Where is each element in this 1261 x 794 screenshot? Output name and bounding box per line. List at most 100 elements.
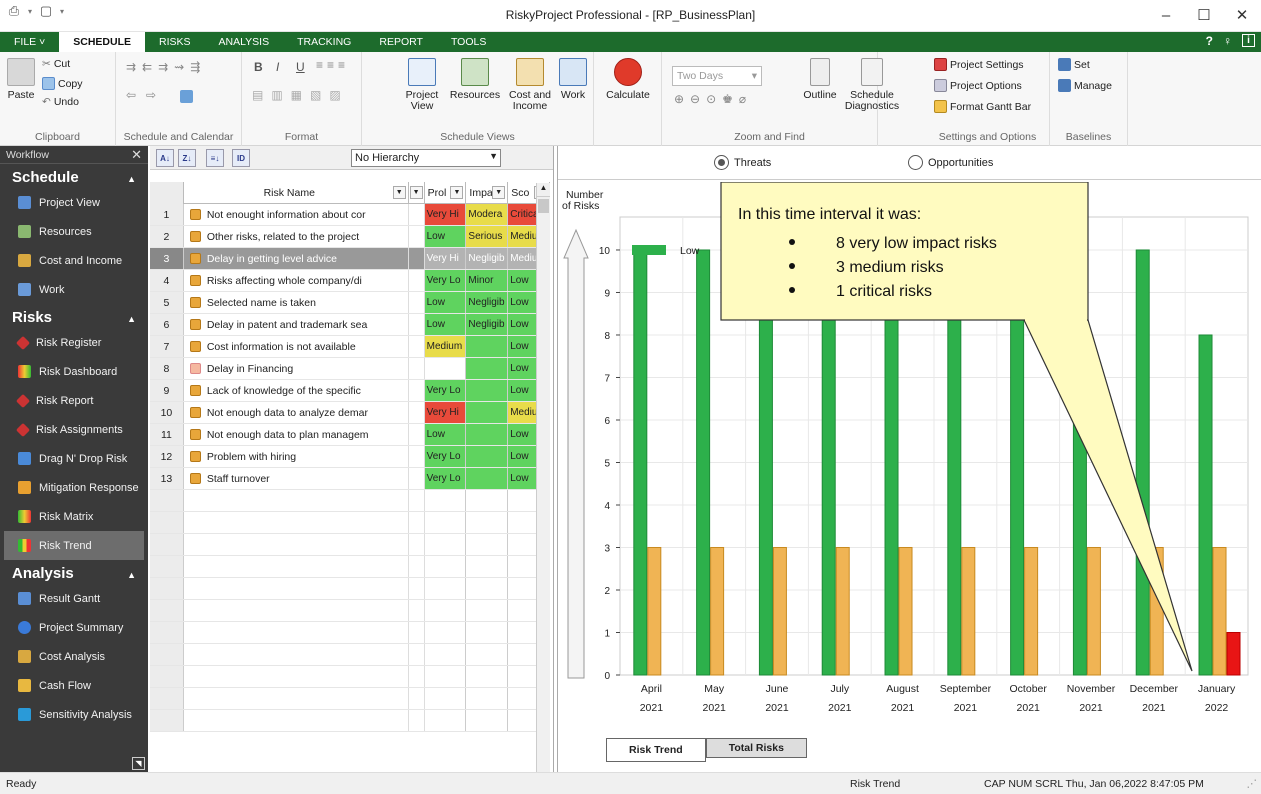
risk-name-cell[interactable]: Delay in patent and trademark sea <box>184 314 409 335</box>
table-row[interactable]: 8 Delay in Financing Low <box>150 358 550 380</box>
zoom-combo[interactable]: Two Days ▾ <box>672 66 762 86</box>
calendar-icon[interactable] <box>180 90 193 103</box>
sort-custom-icon[interactable]: ≡↓ <box>206 149 224 167</box>
hierarchy-select[interactable]: No Hierarchy ▼ <box>351 149 501 167</box>
risk-name-cell[interactable]: Staff turnover <box>184 468 409 489</box>
outline-button[interactable]: Outline <box>800 58 840 101</box>
table-row[interactable]: 1 Not enought information about cor Very H… <box>150 204 550 226</box>
collapse-icon[interactable]: ▲ <box>127 309 136 326</box>
risk-name-cell[interactable]: Other risks, related to the project <box>184 226 409 247</box>
risk-name-cell[interactable]: Selected name is taken <box>184 292 409 313</box>
workflow-item-mitigation-response[interactable]: Mitigation Response <box>0 473 148 502</box>
undo-button[interactable]: ↶ Undo <box>42 96 79 108</box>
help-icon[interactable]: ? <box>1206 34 1213 48</box>
workflow-section-schedule[interactable]: Schedule ▲ <box>0 164 148 188</box>
workflow-item-cost-analysis[interactable]: Cost Analysis <box>0 642 148 671</box>
scroll-thumb[interactable] <box>538 199 549 213</box>
impact-cell[interactable] <box>466 468 509 489</box>
workflow-section-analysis[interactable]: Analysis ▲ <box>0 560 148 584</box>
expand-panel-icon[interactable]: ◥ <box>132 757 145 770</box>
bar-series-2[interactable] <box>898 546 913 676</box>
minimize-button[interactable]: – <box>1147 0 1185 30</box>
filter-icon[interactable]: ▼ <box>392 186 406 199</box>
risk-name-cell[interactable]: Problem with hiring <box>184 446 409 467</box>
format-row2-icons[interactable]: ▤▥▦▧▨ <box>252 88 349 102</box>
bar-low[interactable] <box>633 249 648 676</box>
impact-cell[interactable]: Modera <box>466 204 509 225</box>
risk-name-cell[interactable]: Not enough data to analyze demar <box>184 402 409 423</box>
tab-tools[interactable]: TOOLS <box>437 32 500 52</box>
tab-tracking[interactable]: TRACKING <box>283 32 365 52</box>
filter-column-header[interactable]: ▼ <box>409 182 425 204</box>
risk-name-cell[interactable]: Not enough data to plan managem <box>184 424 409 445</box>
workflow-item-project-view[interactable]: Project View <box>0 188 148 217</box>
probability-cell[interactable]: Very Lo <box>424 380 467 401</box>
impact-cell[interactable] <box>466 336 509 357</box>
workflow-item-cash-flow[interactable]: Cash Flow <box>0 671 148 700</box>
table-row[interactable]: 4 Risks affecting whole company/di Very Lo… <box>150 270 550 292</box>
probability-cell[interactable]: Low <box>424 424 467 445</box>
workflow-item-risk-assignments[interactable]: Risk Assignments <box>0 415 148 444</box>
collapse-icon[interactable]: ▲ <box>127 169 136 186</box>
scroll-up-icon[interactable]: ▲ <box>537 183 550 197</box>
probability-cell[interactable] <box>424 358 467 379</box>
workflow-item-sensitivity-analysis[interactable]: Sensitivity Analysis <box>0 700 148 729</box>
bar-low[interactable] <box>1135 249 1150 676</box>
maximize-button[interactable]: ☐ <box>1185 0 1223 30</box>
probability-cell[interactable]: Very Lo <box>424 270 467 291</box>
bold-button[interactable]: B <box>254 60 263 74</box>
impact-header[interactable]: Impa ▼ <box>466 182 509 204</box>
manage-baseline-button[interactable]: Manage <box>1058 79 1112 92</box>
workflow-section-risks[interactable]: Risks ▲ <box>0 304 148 328</box>
tab-file[interactable]: FILE ˅ <box>0 32 59 52</box>
table-row[interactable]: 10 Not enough data to analyze demar Very H… <box>150 402 550 424</box>
close-icon[interactable]: ✕ <box>131 147 142 163</box>
align-icons[interactable]: ≡≡≡ <box>316 58 349 72</box>
impact-cell[interactable] <box>466 402 509 423</box>
close-button[interactable]: ✕ <box>1223 0 1261 30</box>
resources-button[interactable]: Resources <box>450 58 500 101</box>
bar-low[interactable] <box>696 249 711 676</box>
table-row[interactable]: 2 Other risks, related to the project Low S… <box>150 226 550 248</box>
probability-header[interactable]: Prol ▼ <box>425 182 467 204</box>
filter-icon[interactable]: ▼ <box>450 186 464 199</box>
tab-analysis[interactable]: ANALYSIS <box>205 32 284 52</box>
tab-total-risks[interactable]: Total Risks <box>705 738 807 758</box>
workflow-item-cost-income[interactable]: Cost and Income <box>0 246 148 275</box>
set-baseline-button[interactable]: Set <box>1058 58 1090 71</box>
collapse-icon[interactable]: ▲ <box>127 565 136 582</box>
probability-cell[interactable]: Very Hi <box>424 248 467 269</box>
table-row[interactable]: 6 Delay in patent and trademark sea Low Neg… <box>150 314 550 336</box>
tab-risk-trend[interactable]: Risk Trend <box>606 738 706 762</box>
sort-id-icon[interactable]: ID <box>232 149 250 167</box>
probability-cell[interactable]: Medium <box>424 336 467 357</box>
risk-name-cell[interactable]: Cost information is not available <box>184 336 409 357</box>
schedule-diagnostics-button[interactable]: Schedule Diagnostics <box>842 58 902 112</box>
threats-radio[interactable]: Threats <box>714 155 771 170</box>
project-view-button[interactable]: Project View <box>402 58 442 112</box>
risk-name-cell[interactable]: Lack of knowledge of the specific <box>184 380 409 401</box>
workflow-item-resources[interactable]: Resources <box>0 217 148 246</box>
impact-cell[interactable] <box>466 424 509 445</box>
calculate-button[interactable]: Calculate <box>602 58 654 101</box>
probability-cell[interactable]: Very Hi <box>424 204 467 225</box>
bar-series-2[interactable] <box>772 546 787 676</box>
impact-cell[interactable]: Negligib <box>466 248 509 269</box>
risk-name-cell[interactable]: Delay in getting level advice <box>184 248 409 269</box>
bar-low[interactable] <box>1198 334 1213 676</box>
copy-button[interactable]: Copy <box>42 77 83 90</box>
cost-income-button[interactable]: Cost and Income <box>506 58 554 112</box>
impact-cell[interactable] <box>466 380 509 401</box>
risk-name-cell[interactable]: Delay in Financing <box>184 358 409 379</box>
table-row[interactable]: 11 Not enough data to plan managem Low Low <box>150 424 550 446</box>
bar-series-2[interactable] <box>835 546 850 676</box>
workflow-item-risk-report[interactable]: Risk Report <box>0 386 148 415</box>
underline-button[interactable]: U <box>296 60 305 74</box>
info-icon[interactable]: i <box>1242 34 1255 47</box>
move-icons[interactable]: ⇦⇨ <box>126 88 166 102</box>
bar-series-2[interactable] <box>1212 546 1227 676</box>
sort-descending-icon[interactable]: Z↓ <box>178 149 196 167</box>
bar-series-2[interactable] <box>1086 546 1101 676</box>
italic-button[interactable]: I <box>276 60 279 74</box>
opportunities-radio[interactable]: Opportunities <box>908 155 993 170</box>
